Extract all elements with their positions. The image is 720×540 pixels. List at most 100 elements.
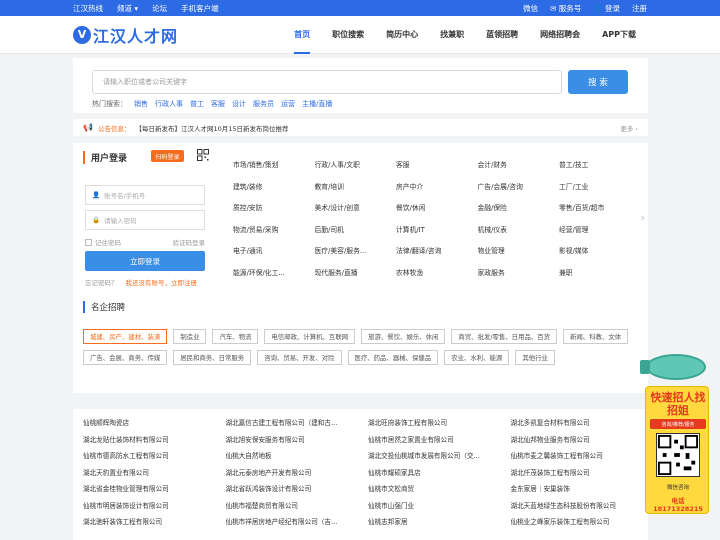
category-link[interactable]: 法律/翻译/咨询 — [396, 245, 478, 267]
hot-keyword[interactable]: 普工 — [190, 99, 204, 109]
scan-login-button[interactable]: 扫码登录 — [151, 150, 184, 162]
category-link[interactable]: 物流/贸易/采购 — [233, 224, 315, 246]
industry-tag[interactable]: 电信邮政、计算机、互联网 — [264, 329, 356, 344]
category-link[interactable]: 物业管理 — [478, 245, 560, 267]
category-link[interactable]: 兼职 — [559, 267, 641, 289]
category-link[interactable]: 计算机/IT — [396, 224, 478, 246]
company-link[interactable]: 仙桃市德高防水工程有限公司 — [83, 450, 226, 467]
company-link[interactable]: 仙桃市耀硕家具店 — [368, 467, 511, 484]
company-link[interactable]: 仙桃业之峰家乐装饰工程有限公司 — [511, 516, 654, 533]
company-link[interactable]: 湖北驰轩装饰工程有限公司 — [83, 516, 226, 533]
nav-job-search[interactable]: 职位搜索 — [321, 16, 375, 54]
hot-keyword[interactable]: 客服 — [211, 99, 225, 109]
industry-tag[interactable]: 其他行业 — [515, 350, 555, 365]
category-link[interactable]: 电子/通讯 — [233, 245, 315, 267]
category-link[interactable]: 行政/人事/文职 — [315, 159, 397, 181]
qr-code-icon[interactable] — [197, 149, 209, 161]
company-link[interactable]: 仙桃市祥居房地产经纪有限公司（吉... — [226, 516, 369, 533]
top-link-hotline[interactable]: 江汉热线 — [73, 3, 103, 14]
industry-tag[interactable]: 广告、会展、商务、传媒 — [83, 350, 168, 365]
company-link[interactable]: 湖北多凯复合材料有限公司 — [511, 417, 654, 434]
category-link[interactable]: 建筑/装修 — [233, 181, 315, 203]
category-link[interactable]: 市场/销售/策划 — [233, 159, 315, 181]
top-link-login[interactable]: 👤 登录 — [593, 3, 620, 14]
forgot-password-link[interactable]: 忘记密码？ — [85, 277, 118, 287]
notice-text[interactable]: 【每日新发布】江汉人才网10月15日新发布岗位推荐 — [135, 123, 288, 133]
category-link[interactable]: 教育/培训 — [315, 181, 397, 203]
company-link[interactable]: 湖北仟茂装饰工程有限公司 — [511, 467, 654, 484]
company-link[interactable]: 湖北省跃鸿装饰设计有限公司 — [226, 483, 369, 500]
category-link[interactable]: 后勤/司机 — [315, 224, 397, 246]
hot-keyword[interactable]: 设计 — [232, 99, 246, 109]
company-link[interactable]: 湖北省金桂物业管理有限公司 — [83, 483, 226, 500]
company-link[interactable]: 仙桃志邦家居 — [368, 516, 511, 533]
industry-tag[interactable]: 医疗、药品、器械、保健品 — [347, 350, 439, 365]
nav-resume-center[interactable]: 简历中心 — [375, 16, 429, 54]
category-link[interactable]: 农林牧渔 — [396, 267, 478, 289]
category-link[interactable]: 医疗/美容/服务... — [315, 245, 397, 267]
hot-keyword[interactable]: 销售 — [134, 99, 148, 109]
password-field[interactable]: 🔒 请输入密码 — [85, 210, 205, 230]
chevron-right-icon[interactable]: › — [641, 211, 645, 224]
category-link[interactable]: 广告/会展/咨询 — [478, 181, 560, 203]
notice-more-link[interactable]: 更多 › — [620, 123, 638, 133]
company-link[interactable]: 仙桃市文松商贸 — [368, 483, 511, 500]
top-link-forum[interactable]: 论坛 — [152, 3, 167, 14]
company-link[interactable]: 湖北嘉信古建工程有限公司（建和古... — [226, 417, 369, 434]
company-link[interactable]: 仙桃市麦之馨装饰工程有限公司 — [511, 450, 654, 467]
company-link[interactable]: 湖北仙邦物业服务有限公司 — [511, 434, 654, 451]
remember-checkbox[interactable] — [85, 238, 92, 246]
category-link[interactable]: 房产中介 — [396, 181, 478, 203]
category-link[interactable]: 经营/管理 — [559, 224, 641, 246]
category-link[interactable]: 家政服务 — [478, 267, 560, 289]
ad-banner[interactable]: 快速招人找招姐 咨询/推荐/服务 微信咨询 电话 18171328215 — [645, 386, 709, 514]
category-link[interactable]: 现代服务/直播 — [315, 267, 397, 289]
register-link[interactable]: 我还没有账号，立即注册 — [126, 277, 198, 287]
industry-tag[interactable]: 汽车、物流 — [212, 329, 259, 344]
nav-home[interactable]: 首页 — [283, 16, 321, 54]
category-link[interactable]: 工厂/工业 — [559, 181, 641, 203]
top-link-wechat[interactable]: 微信 — [523, 3, 538, 14]
company-link[interactable]: 金东家居｜安巢装饰 — [511, 483, 654, 500]
top-link-service-account[interactable]: ✉ 服务号 — [550, 3, 581, 14]
nav-part-time[interactable]: 找兼职 — [429, 16, 475, 54]
remember-label[interactable]: 记住密码 — [95, 237, 121, 247]
industry-tag[interactable]: 商贸、批发/零售、日用品、百货 — [451, 329, 558, 344]
company-link[interactable]: 仙桃市福楚商贸有限公司 — [226, 500, 369, 517]
category-link[interactable]: 会计/财务 — [478, 159, 560, 181]
category-link[interactable]: 美术/设计/创意 — [315, 202, 397, 224]
hot-keyword[interactable]: 行政人事 — [155, 99, 183, 109]
company-link[interactable]: 仙桃市明居装饰设计有限公司 — [83, 500, 226, 517]
category-link[interactable]: 客服 — [396, 159, 478, 181]
category-link[interactable]: 零售/百货/超市 — [559, 202, 641, 224]
username-field[interactable]: 👤 账号名/手机号 — [85, 185, 205, 205]
company-link[interactable]: 湖北元泰房地产开发有限公司 — [226, 467, 369, 484]
industry-tag[interactable]: 居民和商务、日常服务 — [173, 350, 252, 365]
top-link-channel[interactable]: 频道 ▾ — [117, 3, 138, 14]
category-link[interactable]: 金融/保险 — [478, 202, 560, 224]
industry-tag[interactable]: 咨询、贸易、开发、对险 — [257, 350, 342, 365]
hot-keyword[interactable]: 服务员 — [253, 99, 274, 109]
nav-blue-collar[interactable]: 蓝领招聘 — [475, 16, 529, 54]
company-link[interactable]: 湖北天蓝地绿生态科技股份有限公司 — [511, 500, 654, 517]
company-link[interactable]: 仙桃大自然地板 — [226, 450, 369, 467]
company-link[interactable]: 湖北旺府装饰工程有限公司 — [368, 417, 511, 434]
company-link[interactable]: 仙桃顺辉陶瓷店 — [83, 417, 226, 434]
category-link[interactable]: 影视/媒体 — [559, 245, 641, 267]
company-link[interactable]: 仙桃市居然之家置业有限公司 — [368, 434, 511, 451]
company-link[interactable]: 湖北天豹置业有限公司 — [83, 467, 226, 484]
category-link[interactable]: 机械/仪表 — [478, 224, 560, 246]
nav-app-download[interactable]: APP下载 — [591, 16, 647, 54]
industry-tag[interactable]: 新闻、科教、文体 — [563, 329, 629, 344]
hot-keyword[interactable]: 运营 — [281, 99, 295, 109]
company-link[interactable]: 湖北旭安保安服务有限公司 — [226, 434, 369, 451]
industry-tag[interactable]: 制造业 — [173, 329, 207, 344]
top-link-mobile-client[interactable]: 手机客户端 — [181, 3, 219, 14]
industry-tag[interactable]: 城建、房产、建材、装潢 — [83, 329, 168, 344]
industry-tag[interactable]: 旅游、餐饮、娱乐、休闲 — [361, 329, 446, 344]
company-link[interactable]: 湖北龙贴仕装饰材料有限公司 — [83, 434, 226, 451]
login-submit-button[interactable]: 立即登录 — [85, 251, 205, 271]
hot-keyword[interactable]: 主播/直播 — [302, 99, 332, 109]
nav-online-fair[interactable]: 网络招聘会 — [529, 16, 591, 54]
category-link[interactable]: 能源/环保/化工... — [233, 267, 315, 289]
